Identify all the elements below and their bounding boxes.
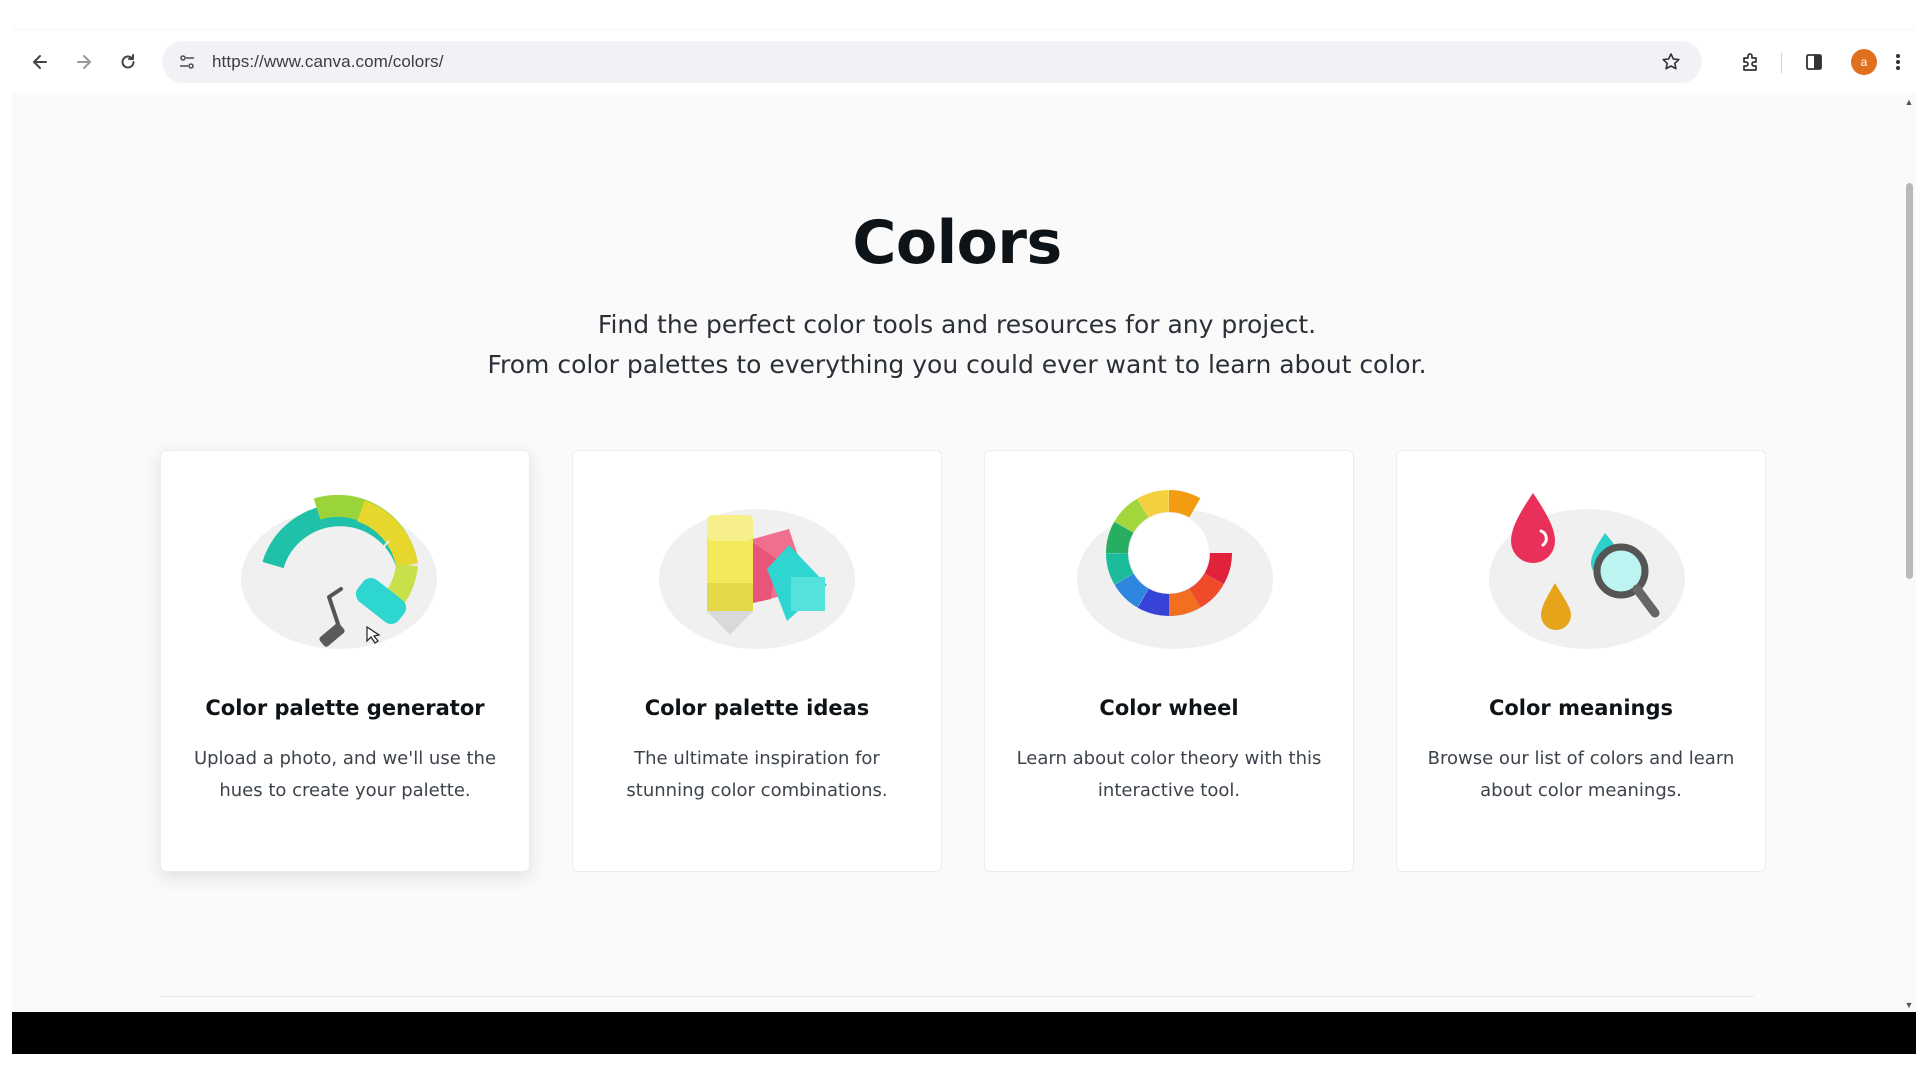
profile-avatar[interactable]: a — [1846, 41, 1882, 83]
card-color-palette-generator[interactable]: Color palette generator Upload a photo, … — [160, 450, 530, 872]
card-description: Learn about color theory with this inter… — [1016, 748, 1322, 801]
avatar[interactable]: a — [1851, 49, 1877, 75]
scroll-down-icon[interactable]: ▼ — [1904, 1000, 1914, 1010]
card-color-meanings[interactable]: Color meanings Browse our list of colors… — [1396, 450, 1766, 872]
tool-cards: Color palette generator Upload a photo, … — [160, 450, 1766, 872]
page-scrollbar[interactable]: ▲ ▼ — [1902, 93, 1916, 1054]
color-wheel-icon — [1055, 479, 1283, 659]
menu-icon[interactable] — [1886, 41, 1910, 83]
paint-roller-icon — [231, 479, 459, 659]
card-description: Upload a photo, and we'll use the hues t… — [193, 748, 497, 801]
url-text[interactable]: https://www.canva.com/colors/ — [212, 52, 444, 72]
card-description: Browse our list of colors and learn abou… — [1427, 748, 1735, 801]
bottom-black-bar — [12, 1012, 1916, 1054]
reload-icon[interactable] — [108, 42, 148, 82]
browser-window: https://www.canva.com/colors/ a Colors F… — [12, 28, 1916, 1054]
site-info-icon[interactable] — [170, 45, 204, 79]
subtitle-line-1: Find the perfect color tools and resourc… — [597, 310, 1317, 339]
back-icon[interactable] — [20, 42, 60, 82]
toolbar-divider — [1781, 53, 1782, 73]
card-title[interactable]: Color wheel — [985, 696, 1353, 720]
page-content: Colors Find the perfect color tools and … — [12, 93, 1902, 1014]
card-title[interactable]: Color palette generator — [161, 696, 529, 720]
address-bar[interactable]: https://www.canva.com/colors/ — [162, 41, 1702, 83]
subtitle-line-2: From color palettes to everything you co… — [487, 350, 1427, 379]
drops-magnifier-icon — [1467, 479, 1695, 659]
extensions-icon[interactable] — [1732, 41, 1768, 83]
card-description: The ultimate inspiration for stunning co… — [626, 748, 888, 801]
card-color-palette-ideas[interactable]: Color palette ideas The ultimate inspira… — [572, 450, 942, 872]
star-icon[interactable] — [1654, 45, 1688, 79]
page-title: Colors — [852, 208, 1062, 278]
card-title[interactable]: Color palette ideas — [573, 696, 941, 720]
side-panel-icon[interactable] — [1796, 41, 1832, 83]
browser-toolbar: https://www.canva.com/colors/ a — [12, 31, 1916, 93]
section-divider — [160, 996, 1754, 997]
scroll-thumb[interactable] — [1906, 183, 1913, 579]
scroll-up-icon[interactable]: ▲ — [1904, 97, 1914, 107]
card-title[interactable]: Color meanings — [1397, 696, 1765, 720]
forward-icon[interactable] — [64, 42, 104, 82]
card-color-wheel[interactable]: Color wheel Learn about color theory wit… — [984, 450, 1354, 872]
swatch-book-icon — [643, 479, 871, 659]
page-subtitle: Find the perfect color tools and resourc… — [12, 305, 1902, 385]
